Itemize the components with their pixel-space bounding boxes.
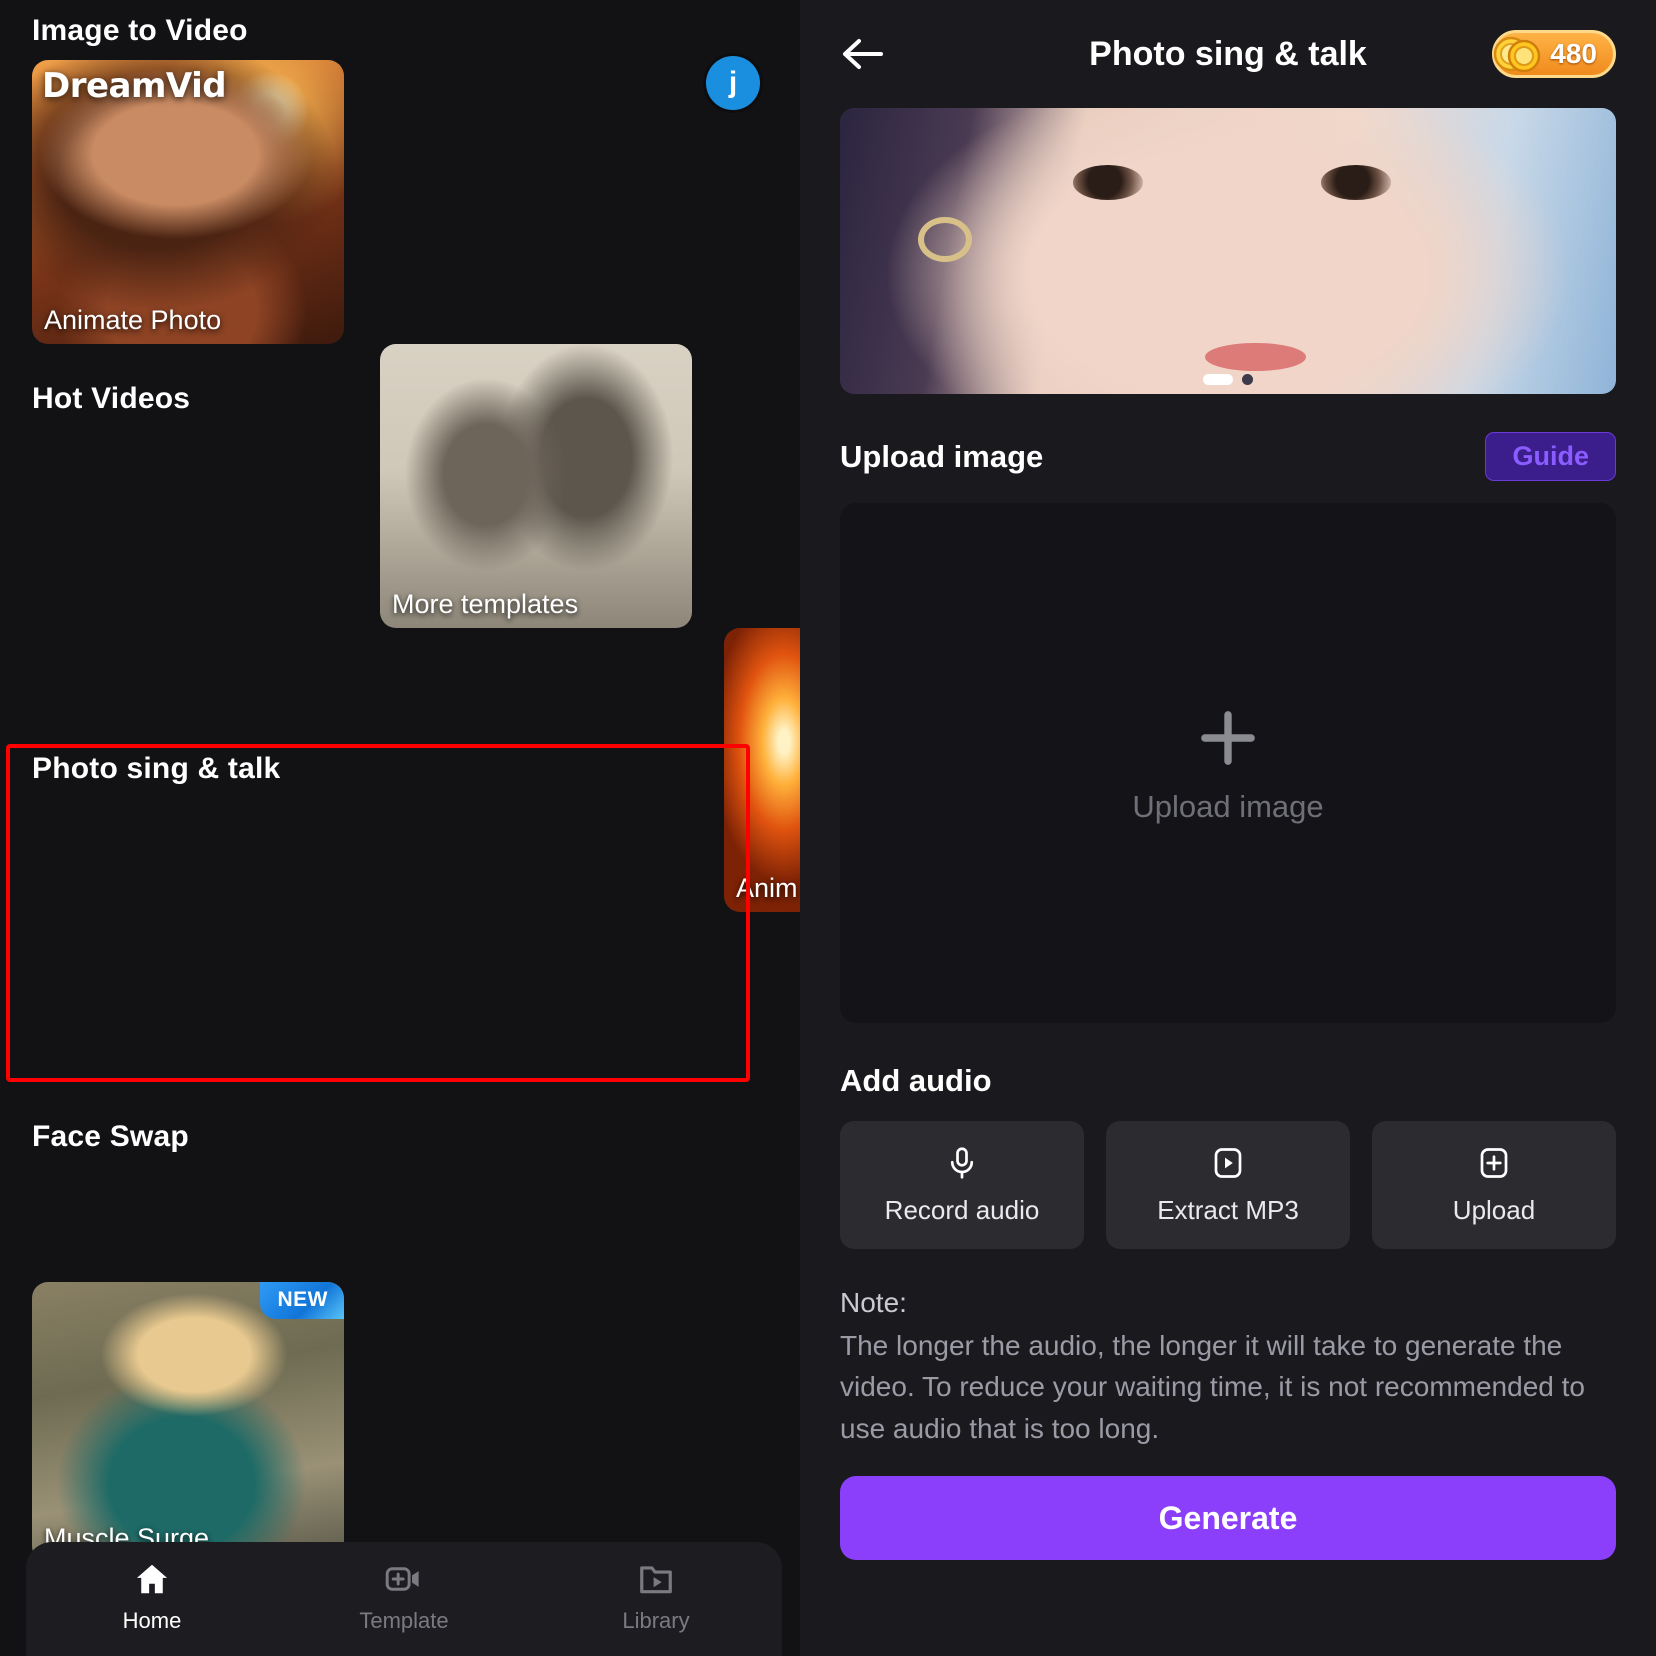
add-audio-title: Add audio: [840, 1063, 992, 1098]
note-body: The longer the audio, the longer it will…: [840, 1330, 1585, 1444]
section-title: Image to Video: [32, 14, 248, 47]
generate-button[interactable]: Generate: [840, 1476, 1616, 1560]
card-muscle-surge[interactable]: NEW Muscle Surge: [32, 1282, 344, 1562]
coin-balance-badge[interactable]: 480: [1492, 30, 1616, 78]
upload-image-placeholder: Upload image: [1132, 789, 1324, 824]
preview-earring: [917, 216, 972, 263]
carousel-dot[interactable]: [1242, 374, 1253, 385]
section-hot-videos: Hot Videos: [32, 382, 190, 416]
extract-mp3-button[interactable]: Extract MP3: [1106, 1121, 1350, 1249]
video-preview[interactable]: [840, 108, 1616, 394]
card-label: Animate Photo: [44, 305, 222, 335]
nav-item-home[interactable]: Home: [26, 1560, 278, 1634]
bottom-navigation[interactable]: Home Template Library: [26, 1542, 782, 1656]
carousel-dot-active[interactable]: [1203, 374, 1233, 385]
section-image-to-video: Image to Video: [32, 14, 248, 48]
preview-eye-left: [1072, 165, 1143, 200]
card-label: More templates: [392, 589, 579, 619]
microphone-icon: [950, 1146, 974, 1179]
card-anim-partial[interactable]: Anim: [724, 628, 800, 912]
note-block: Note: The longer the audio, the longer i…: [840, 1287, 1616, 1449]
back-button[interactable]: [840, 31, 886, 77]
card-label: Anim: [736, 873, 798, 903]
dreamvid-logo: DreamVid: [42, 66, 227, 106]
card-thumbnail: [32, 1282, 344, 1562]
card-animate-photo[interactable]: DreamVid Animate Photo: [32, 60, 344, 344]
audio-button-label: Extract MP3: [1157, 1194, 1299, 1225]
section-title: Photo sing & talk: [32, 752, 281, 785]
nav-item-template[interactable]: Template: [278, 1560, 530, 1634]
nav-item-library[interactable]: Library: [530, 1560, 782, 1634]
upload-image-title: Upload image: [840, 438, 1044, 474]
badge-new: NEW: [259, 1282, 344, 1319]
highlight-rectangle: [6, 744, 750, 1082]
video-plus-icon: [385, 1567, 419, 1591]
card-more-templates[interactable]: More templates: [380, 344, 692, 628]
nav-label: Home: [122, 1608, 182, 1633]
coin-icon: [1493, 36, 1541, 73]
section-title: Hot Videos: [32, 382, 191, 415]
coin-amount: 480: [1550, 38, 1597, 69]
record-audio-button[interactable]: Record audio: [840, 1121, 1084, 1249]
carousel-indicator[interactable]: [1203, 374, 1253, 385]
home-icon: [136, 1564, 168, 1594]
upload-image-header: Upload image Guide: [840, 432, 1616, 481]
add-audio-buttons: Record audio Extract MP3 Upload: [840, 1121, 1616, 1249]
badge-j-icon: j: [706, 56, 760, 110]
nav-label: Library: [622, 1608, 690, 1633]
photo-sing-talk-panel: Photo sing & talk 480 Upload image Guide…: [800, 0, 1656, 1656]
top-bar: Photo sing & talk 480: [840, 0, 1616, 108]
play-square-icon: [1214, 1147, 1242, 1178]
back-arrow-icon: [843, 39, 883, 69]
guide-button[interactable]: Guide: [1485, 432, 1616, 481]
nav-label: Template: [359, 1608, 449, 1633]
upload-image-dropzone[interactable]: Upload image: [840, 503, 1616, 1023]
section-title: Face Swap: [32, 1120, 189, 1153]
section-photo-sing-talk: Photo sing & talk: [32, 752, 280, 786]
section-face-swap: Face Swap: [32, 1120, 189, 1154]
note-title: Note:: [840, 1287, 907, 1318]
upload-audio-button[interactable]: Upload: [1372, 1121, 1616, 1249]
app-root: Image to Video DreamVid Animate Photo Mo…: [0, 0, 1656, 1656]
preview-eye-right: [1321, 165, 1391, 200]
audio-button-label: Upload: [1452, 1194, 1536, 1225]
audio-button-label: Record audio: [884, 1194, 1040, 1225]
plus-icon: [1201, 711, 1255, 765]
card-thumbnail: [380, 344, 692, 628]
plus-square-icon: [1480, 1147, 1508, 1178]
home-feed-panel[interactable]: Image to Video DreamVid Animate Photo Mo…: [0, 0, 800, 1656]
preview-lips: [1204, 342, 1306, 372]
card-thumbnail: [724, 628, 800, 912]
folder-play-icon: [640, 1566, 672, 1594]
